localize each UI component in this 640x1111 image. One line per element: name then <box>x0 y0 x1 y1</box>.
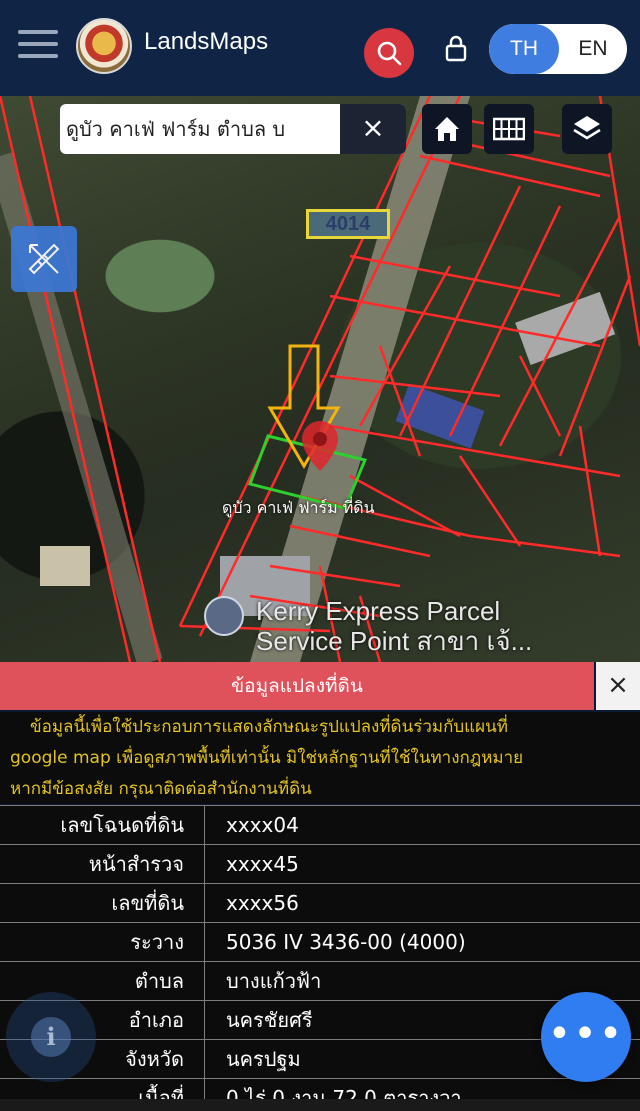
app-header: LandsMaps TH EN <box>0 0 640 96</box>
table-row: หน้าสำรวจ xxxx45 <box>0 844 640 883</box>
map-view[interactable]: 4014 ดูบัว คาเฟ่ ฟาร์ม ที่ดิน Kerry Expr… <box>0 96 640 662</box>
row-value: 0 ไร่ 0 งาน 72.0 ตารางวา <box>226 1086 462 1099</box>
poi-label-line1: Kerry Express Parcel <box>256 596 501 626</box>
row-value: xxxx45 <box>226 852 299 876</box>
table-row: เลขที่ดิน xxxx56 <box>0 883 640 922</box>
home-button[interactable] <box>422 104 472 154</box>
row-value: นครปฐม <box>226 1047 301 1071</box>
grid-button[interactable] <box>484 104 534 154</box>
row-value: นครชัยศรี <box>226 1008 313 1032</box>
row-value: xxxx56 <box>226 891 299 915</box>
place-marker-icon[interactable] <box>204 596 244 636</box>
road-number-label: 4014 <box>306 209 390 239</box>
measure-tool-button[interactable] <box>11 226 77 292</box>
row-label: เลขโฉนดที่ดิน <box>0 806 205 844</box>
menu-icon[interactable] <box>18 30 58 62</box>
search-input[interactable] <box>60 104 340 154</box>
clear-search-button[interactable]: × <box>340 104 406 154</box>
layers-button[interactable] <box>562 104 612 154</box>
notice-line: ข้อมูลนี้เพื่อใช้ประกอบการแสดงลักษณะรูปแ… <box>30 717 508 737</box>
notice-line: หากมีข้อสงสัย กรุณาติดต่อสำนักงานที่ดิน <box>10 779 312 799</box>
notice-line: google map เพื่อดูสภาพพื้นที่เท่านั้น มิ… <box>10 748 524 768</box>
info-button[interactable]: i <box>6 992 96 1082</box>
search-button[interactable] <box>364 28 414 78</box>
row-label: หน้าสำรวจ <box>0 845 205 883</box>
app-logo <box>76 18 132 74</box>
info-icon: i <box>31 1017 71 1057</box>
more-options-button[interactable]: ••• <box>541 992 631 1082</box>
table-row: เลขโฉนดที่ดิน xxxx04 <box>0 805 640 844</box>
more-dots-icon: ••• <box>547 1011 625 1057</box>
row-label: เนื้อที่ <box>0 1079 205 1099</box>
row-label: เลขที่ดิน <box>0 884 205 922</box>
poi-label[interactable]: Kerry Express Parcel Service Point สาขา … <box>256 596 532 656</box>
parcel-name-label: ดูบัว คาเฟ่ ฟาร์ม ที่ดิน <box>222 498 375 517</box>
ruler-pencil-icon <box>28 243 60 275</box>
app-title: LandsMaps <box>144 28 269 55</box>
row-label: ระวาง <box>0 923 205 961</box>
lang-th-button[interactable]: TH <box>489 24 559 74</box>
bottom-strip <box>0 1099 640 1111</box>
row-value: บางแก้วฟ้า <box>226 969 322 993</box>
parcel-info-header: ข้อมูลแปลงที่ดิน <box>0 662 594 710</box>
panel-close-button[interactable]: × <box>596 662 640 710</box>
search-icon <box>377 41 402 66</box>
row-value: 5036 IV 3436-00 (4000) <box>226 930 466 954</box>
table-row: เนื้อที่ 0 ไร่ 0 งาน 72.0 ตารางวา <box>0 1078 640 1099</box>
row-label: ตำบล <box>0 962 205 1000</box>
panel-title: ข้อมูลแปลงที่ดิน <box>231 675 363 697</box>
disclaimer-notice: ข้อมูลนี้เพื่อใช้ประกอบการแสดงลักษณะรูปแ… <box>0 712 640 804</box>
layers-icon <box>573 116 601 140</box>
table-row: ระวาง 5036 IV 3436-00 (4000) <box>0 922 640 961</box>
lock-icon[interactable] <box>443 34 469 62</box>
row-value: xxxx04 <box>226 813 299 837</box>
poi-label-line2: Service Point สาขา เจ้... <box>256 626 533 656</box>
parcel-overlay <box>0 96 640 662</box>
language-toggle: TH EN <box>489 24 627 74</box>
lang-en-button[interactable]: EN <box>559 24 627 74</box>
grid-icon <box>493 117 525 141</box>
home-icon <box>435 117 459 141</box>
